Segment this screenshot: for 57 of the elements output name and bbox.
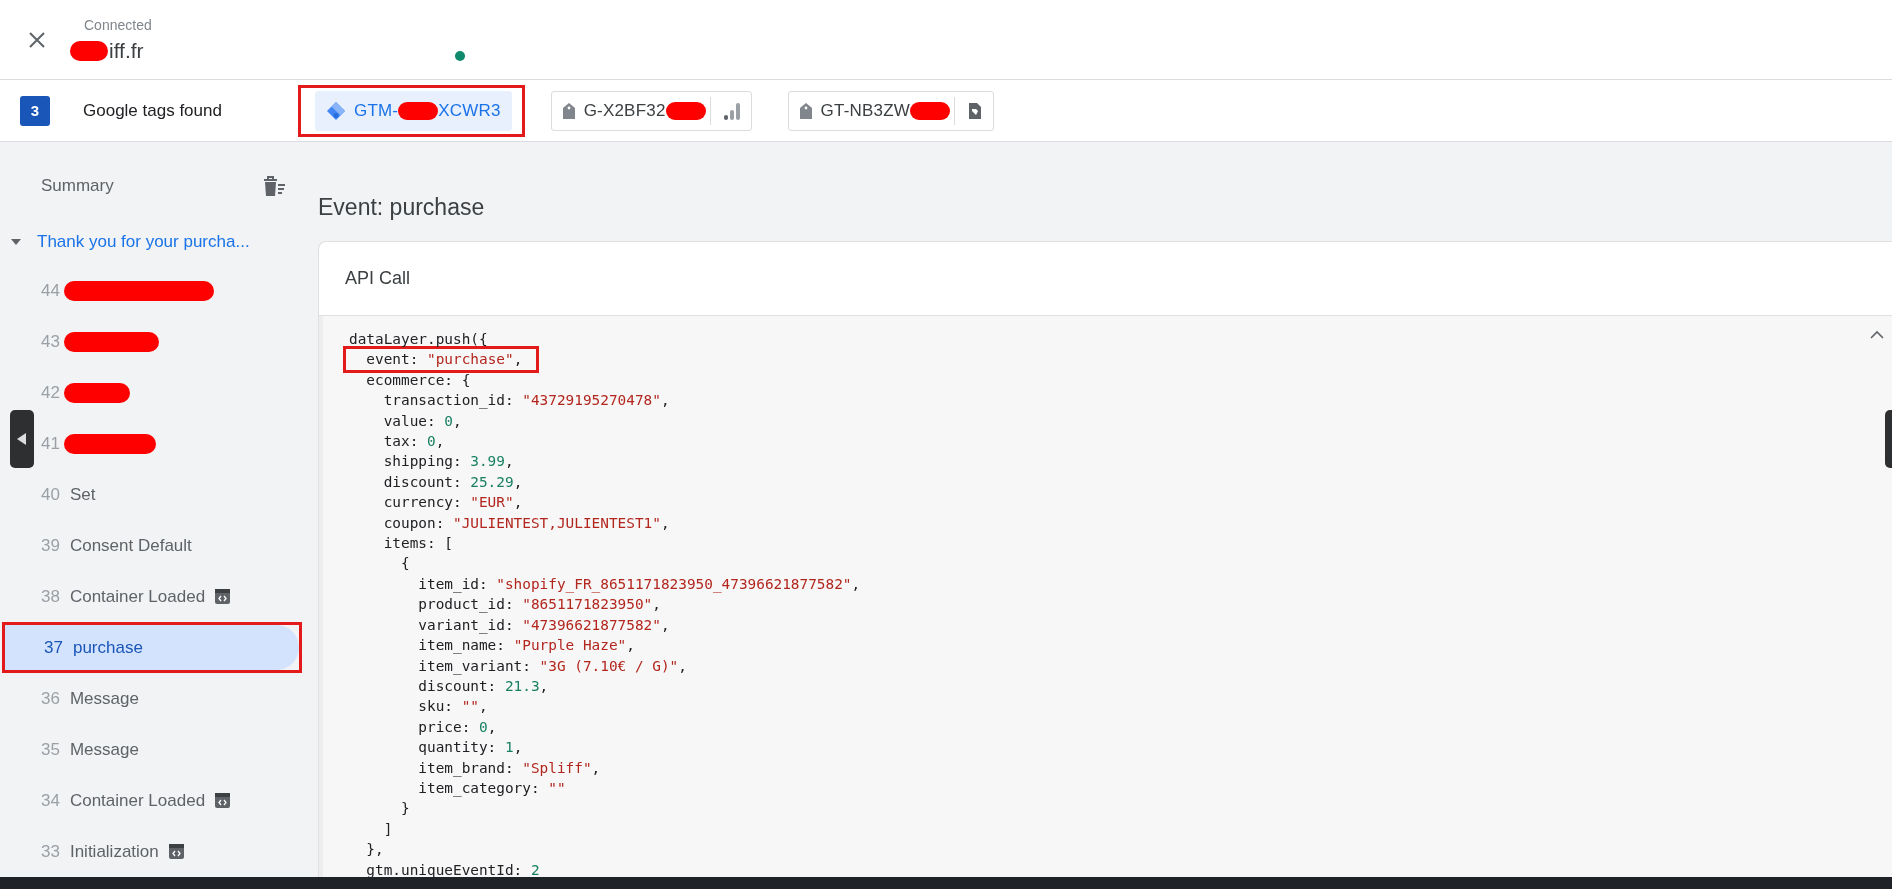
document-tag-icon bbox=[967, 101, 983, 120]
tag-chip[interactable]: GT-NB3ZW bbox=[787, 90, 994, 131]
tag-chip[interactable]: GTM- XCWR3 bbox=[315, 90, 512, 131]
tag-icon bbox=[798, 101, 813, 120]
connection-dot-icon bbox=[455, 51, 465, 61]
left-arrow-icon bbox=[17, 433, 27, 445]
code-line: coupon: "JULIENTEST,JULIENTEST1", bbox=[382, 513, 670, 533]
bar-chart-icon bbox=[722, 100, 741, 121]
connection-status: Connected bbox=[84, 16, 152, 33]
code-line: discount: 25.29, bbox=[382, 472, 523, 492]
code-line: item_category: "" bbox=[417, 778, 566, 799]
event-item[interactable]: 36 Message bbox=[0, 673, 300, 724]
event-item[interactable]: 40 Set bbox=[0, 469, 300, 520]
event-item[interactable]: 37 purchase bbox=[5, 625, 299, 670]
event-item[interactable]: 39 Consent Default bbox=[0, 520, 300, 571]
side-panel-handle[interactable] bbox=[10, 410, 34, 468]
code-line: variant_id: "47396621877582", bbox=[417, 615, 670, 636]
code-line: { bbox=[399, 554, 410, 574]
code-line: discount: 21.3, bbox=[417, 676, 549, 696]
event-item[interactable]: 38 Container Loaded bbox=[0, 571, 300, 622]
code-line: dataLayer.push({ bbox=[349, 330, 488, 349]
tag-icon bbox=[561, 101, 576, 120]
code-line: } bbox=[399, 799, 410, 819]
event-title: Event: purchase bbox=[318, 194, 486, 222]
code-line: item_id: "shopify_FR_8651171823950_47396621877582", bbox=[417, 574, 861, 595]
diamond-icon bbox=[326, 100, 346, 121]
page-item[interactable]: Thank you for your purcha... bbox=[0, 218, 316, 265]
close-icon[interactable] bbox=[27, 29, 47, 50]
tags-found-label: Google tags found bbox=[83, 100, 223, 121]
code-line: quantity: 1, bbox=[417, 738, 523, 758]
code-line: event: "purchase", bbox=[365, 350, 523, 370]
summary-link[interactable]: Summary bbox=[41, 176, 114, 197]
code-line: currency: "EUR", bbox=[382, 493, 523, 513]
code-line: sku: "", bbox=[417, 697, 488, 717]
code-line: ecommerce: { bbox=[365, 370, 471, 390]
code-line: gtm.uniqueEventId: 2 bbox=[365, 860, 540, 877]
tag-chip[interactable]: G-X2BF32 bbox=[550, 90, 752, 131]
count-badge: 3 bbox=[20, 95, 50, 126]
code-line: item_brand: "Spliff", bbox=[417, 758, 601, 778]
code-line: shipping: 3.99, bbox=[382, 452, 514, 472]
code-line: transaction_id: "43729195270478", bbox=[382, 391, 670, 411]
code-line: value: 0, bbox=[382, 411, 462, 431]
code-line: item_name: "Purple Haze", bbox=[417, 636, 635, 656]
code-line: item_variant: "3G (7.10€ / G)", bbox=[417, 656, 687, 676]
site-domain: iff.fr bbox=[109, 38, 144, 63]
code-line: product_id: "8651171823950", bbox=[417, 595, 661, 615]
code-line: items: [ bbox=[382, 534, 453, 554]
code-line: price: 0, bbox=[417, 717, 497, 737]
event-item[interactable]: 34 Container Loaded bbox=[0, 775, 300, 826]
card-title: API Call bbox=[345, 268, 411, 289]
code-line: tax: 0, bbox=[382, 432, 445, 452]
event-item[interactable]: 35 Message bbox=[0, 724, 300, 775]
collapse-icon[interactable] bbox=[1870, 330, 1884, 339]
code-line: }, bbox=[365, 840, 384, 860]
event-item[interactable]: 33 Initialization bbox=[0, 826, 300, 877]
code-line: ] bbox=[382, 819, 393, 839]
clear-list-icon[interactable] bbox=[262, 175, 286, 198]
